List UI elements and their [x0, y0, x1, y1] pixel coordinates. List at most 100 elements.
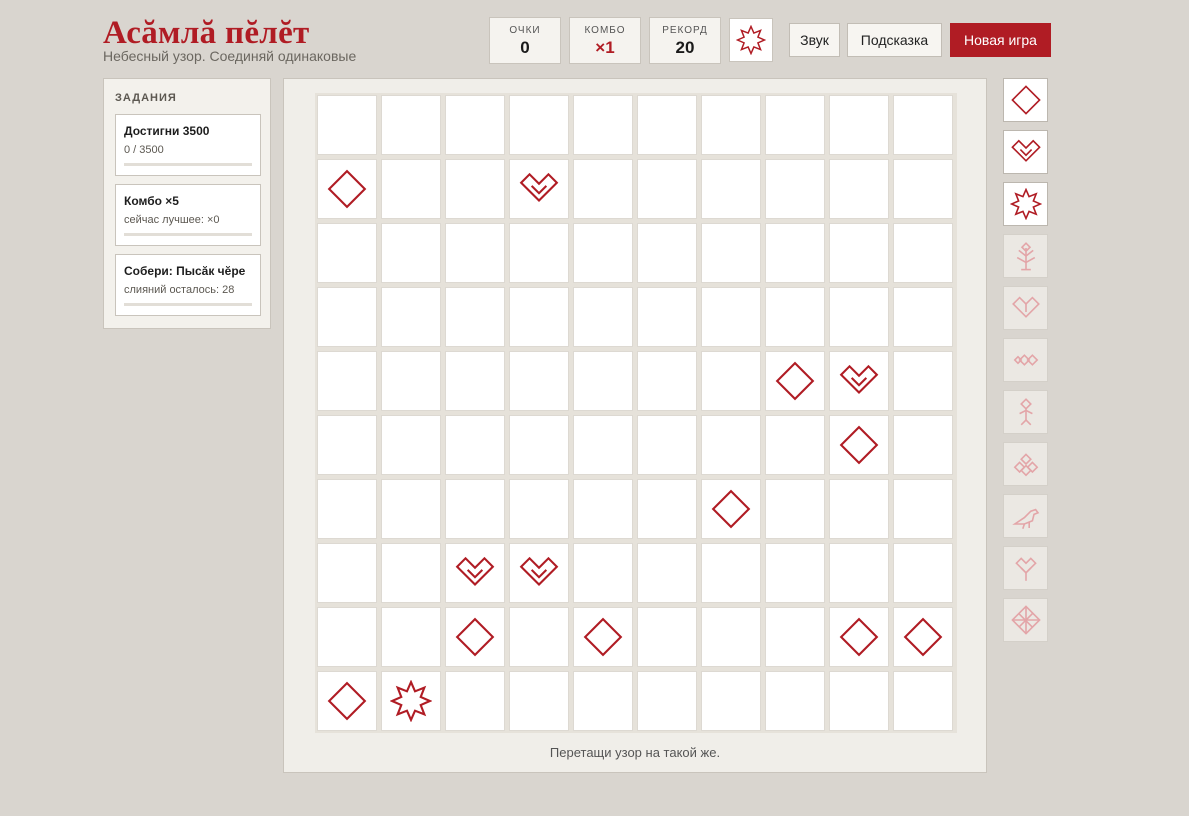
board-cell-empty[interactable] — [829, 479, 889, 539]
board-cell-empty[interactable] — [445, 415, 505, 475]
board-cell-empty[interactable] — [445, 351, 505, 411]
board-cell-empty[interactable] — [317, 95, 377, 155]
board-cell-diamond[interactable] — [317, 671, 377, 731]
board-cell-empty[interactable] — [573, 223, 633, 283]
hint-button[interactable]: Подсказка — [847, 23, 942, 57]
board-cell-empty[interactable] — [637, 159, 697, 219]
board-cell-empty[interactable] — [893, 351, 953, 411]
board-cell-empty[interactable] — [317, 223, 377, 283]
board-cell-empty[interactable] — [829, 95, 889, 155]
board-cell-empty[interactable] — [829, 543, 889, 603]
board-cell-empty[interactable] — [381, 287, 441, 347]
board-cell-diamond[interactable] — [829, 607, 889, 667]
board-cell-empty[interactable] — [573, 415, 633, 475]
board-cell-empty[interactable] — [381, 415, 441, 475]
board-cell-empty[interactable] — [573, 479, 633, 539]
board-cell-empty[interactable] — [509, 607, 569, 667]
board-cell-empty[interactable] — [381, 95, 441, 155]
board-cell-empty[interactable] — [317, 543, 377, 603]
board-cell-diamond[interactable] — [445, 607, 505, 667]
board-cell-empty[interactable] — [573, 351, 633, 411]
board-cell-star[interactable] — [381, 671, 441, 731]
board-cell-diamond[interactable] — [573, 607, 633, 667]
board-cell-empty[interactable] — [701, 607, 761, 667]
board-cell-empty[interactable] — [893, 543, 953, 603]
board-cell-empty[interactable] — [637, 607, 697, 667]
board-cell-empty[interactable] — [701, 159, 761, 219]
board-cell-empty[interactable] — [381, 479, 441, 539]
board-cell-heart[interactable] — [445, 543, 505, 603]
board-cell-empty[interactable] — [573, 95, 633, 155]
board-cell-diamond[interactable] — [765, 351, 825, 411]
board-cell-heart[interactable] — [829, 351, 889, 411]
board-cell-empty[interactable] — [765, 543, 825, 603]
board-cell-empty[interactable] — [701, 287, 761, 347]
board-cell-empty[interactable] — [381, 351, 441, 411]
board-cell-heart[interactable] — [509, 543, 569, 603]
board-cell-empty[interactable] — [573, 287, 633, 347]
board-cell-empty[interactable] — [509, 351, 569, 411]
board-cell-empty[interactable] — [893, 415, 953, 475]
board-cell-empty[interactable] — [317, 287, 377, 347]
board-cell-empty[interactable] — [893, 671, 953, 731]
board-cell-empty[interactable] — [765, 607, 825, 667]
board-cell-empty[interactable] — [637, 479, 697, 539]
board-cell-empty[interactable] — [765, 223, 825, 283]
board-cell-empty[interactable] — [637, 95, 697, 155]
board-cell-empty[interactable] — [445, 223, 505, 283]
board-cell-empty[interactable] — [701, 223, 761, 283]
board-cell-empty[interactable] — [829, 671, 889, 731]
board-cell-empty[interactable] — [765, 671, 825, 731]
board-cell-empty[interactable] — [701, 351, 761, 411]
board-cell-empty[interactable] — [573, 159, 633, 219]
board-cell-diamond[interactable] — [701, 479, 761, 539]
board-cell-empty[interactable] — [509, 287, 569, 347]
board-cell-empty[interactable] — [765, 479, 825, 539]
board-cell-empty[interactable] — [317, 415, 377, 475]
board-cell-empty[interactable] — [893, 95, 953, 155]
board-cell-empty[interactable] — [829, 223, 889, 283]
board-cell-empty[interactable] — [509, 671, 569, 731]
board-cell-empty[interactable] — [637, 351, 697, 411]
board-cell-empty[interactable] — [637, 543, 697, 603]
board-cell-diamond[interactable] — [317, 159, 377, 219]
board-cell-empty[interactable] — [893, 223, 953, 283]
new-game-button[interactable]: Новая игра — [950, 23, 1051, 57]
board-cell-empty[interactable] — [317, 351, 377, 411]
board-cell-diamond[interactable] — [893, 607, 953, 667]
board-cell-empty[interactable] — [829, 159, 889, 219]
board-cell-empty[interactable] — [509, 479, 569, 539]
board-cell-empty[interactable] — [701, 543, 761, 603]
board-cell-empty[interactable] — [765, 415, 825, 475]
board-cell-empty[interactable] — [765, 287, 825, 347]
board-cell-empty[interactable] — [893, 159, 953, 219]
board-cell-empty[interactable] — [509, 415, 569, 475]
board-cell-empty[interactable] — [445, 287, 505, 347]
board-cell-empty[interactable] — [637, 671, 697, 731]
sound-button[interactable]: Звук — [789, 23, 840, 57]
board-cell-empty[interactable] — [317, 479, 377, 539]
board-cell-empty[interactable] — [381, 607, 441, 667]
board-cell-empty[interactable] — [893, 479, 953, 539]
board-cell-empty[interactable] — [445, 95, 505, 155]
board-cell-empty[interactable] — [381, 159, 441, 219]
board-cell-empty[interactable] — [701, 95, 761, 155]
board-cell-empty[interactable] — [893, 287, 953, 347]
board-cell-empty[interactable] — [637, 415, 697, 475]
board-cell-empty[interactable] — [381, 543, 441, 603]
board-cell-empty[interactable] — [637, 287, 697, 347]
board-cell-empty[interactable] — [701, 671, 761, 731]
board-cell-empty[interactable] — [637, 223, 697, 283]
board-cell-empty[interactable] — [509, 95, 569, 155]
board-cell-empty[interactable] — [317, 607, 377, 667]
board-cell-empty[interactable] — [381, 223, 441, 283]
board-cell-empty[interactable] — [573, 671, 633, 731]
board-cell-empty[interactable] — [445, 479, 505, 539]
board-cell-empty[interactable] — [701, 415, 761, 475]
board-cell-empty[interactable] — [509, 223, 569, 283]
board-cell-diamond[interactable] — [829, 415, 889, 475]
board-cell-empty[interactable] — [829, 287, 889, 347]
board-cell-heart[interactable] — [509, 159, 569, 219]
board-cell-empty[interactable] — [445, 159, 505, 219]
board-cell-empty[interactable] — [765, 95, 825, 155]
